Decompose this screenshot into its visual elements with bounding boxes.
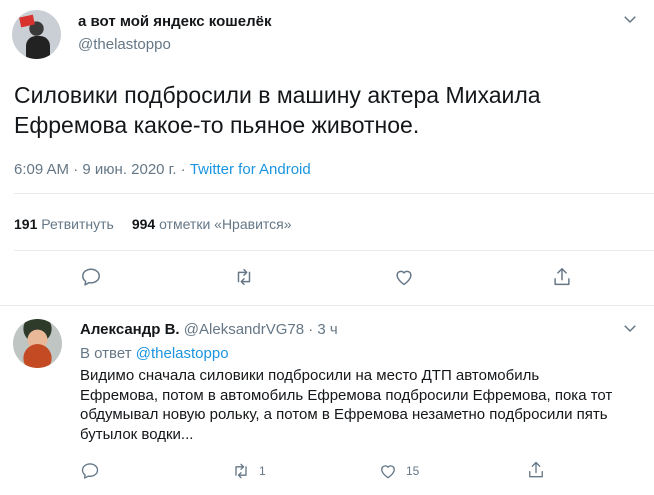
tweet-meta: 6:09 AM · 9 июн. 2020 г. · Twitter for A… [14, 161, 311, 178]
tweet-time[interactable]: 6:09 AM [14, 161, 69, 178]
author-avatar[interactable] [12, 10, 61, 59]
reply-author-name[interactable]: Александр В. [80, 321, 180, 338]
chevron-down-icon[interactable] [621, 10, 639, 28]
share-button[interactable] [551, 266, 573, 288]
tweet-text: Силовики подбросили в машину актера Миха… [14, 82, 541, 138]
reply-author-avatar[interactable] [13, 319, 62, 368]
avatar-figure [26, 36, 50, 59]
tweet-stats: 191 Ретвитнуть 994 отметки «Нравится» [14, 216, 292, 232]
reply-like-button[interactable]: 15 [378, 461, 419, 481]
reply-to-handle-link[interactable]: @thelastoppo [136, 345, 229, 362]
reply-retweet-button[interactable]: 1 [231, 461, 266, 481]
share-icon [554, 268, 570, 286]
reply-share-button[interactable] [526, 460, 546, 480]
chevron-down-icon[interactable] [621, 319, 639, 337]
reply-like-count: 15 [406, 464, 420, 478]
meta-separator: · [73, 161, 79, 178]
retweet-button[interactable] [233, 266, 255, 288]
reply-reply-button[interactable] [80, 461, 100, 481]
divider [14, 193, 654, 194]
reply-icon [82, 268, 100, 286]
retweets-label: Ретвитнуть [41, 216, 114, 232]
retweets-stat[interactable]: 191 Ретвитнуть [14, 216, 114, 232]
meta-separator: · [308, 321, 314, 338]
retweet-icon [237, 268, 251, 286]
reply-age[interactable]: 3 ч [317, 321, 337, 338]
tweet-date[interactable]: 9 июн. 2020 г. [82, 161, 176, 178]
avatar-sign [19, 14, 35, 28]
like-icon [381, 465, 395, 479]
likes-count: 994 [131, 216, 156, 232]
reply-text: Видимо сначала силовики подбросили на ме… [80, 367, 613, 443]
reply-to-line: В ответ @thelastoppo [80, 345, 229, 362]
tweet-source-link[interactable]: Twitter for Android [190, 161, 311, 178]
reply-to-label: В ответ [80, 345, 132, 362]
retweets-count: 191 [14, 216, 38, 232]
author-display-name[interactable]: а вот мой яндекс кошелёк [78, 13, 271, 30]
reply-header: Александр В. @AleksandrVG78 · 3 ч [80, 321, 338, 338]
retweet-icon [235, 463, 247, 479]
share-icon [529, 461, 543, 478]
reply-icon [81, 463, 99, 479]
reply-retweet-count: 1 [259, 464, 266, 478]
like-icon [396, 270, 412, 286]
divider [14, 250, 654, 251]
reply-author-handle[interactable]: @AleksandrVG78 [184, 321, 304, 338]
likes-stat[interactable]: 994 отметки «Нравится» [132, 216, 292, 232]
author-handle[interactable]: @thelastoppo [78, 36, 171, 53]
meta-separator: · [180, 161, 186, 178]
likes-label: отметки «Нравится» [159, 216, 292, 232]
divider [0, 305, 654, 306]
like-button[interactable] [393, 266, 415, 288]
reply-button[interactable] [80, 266, 102, 288]
